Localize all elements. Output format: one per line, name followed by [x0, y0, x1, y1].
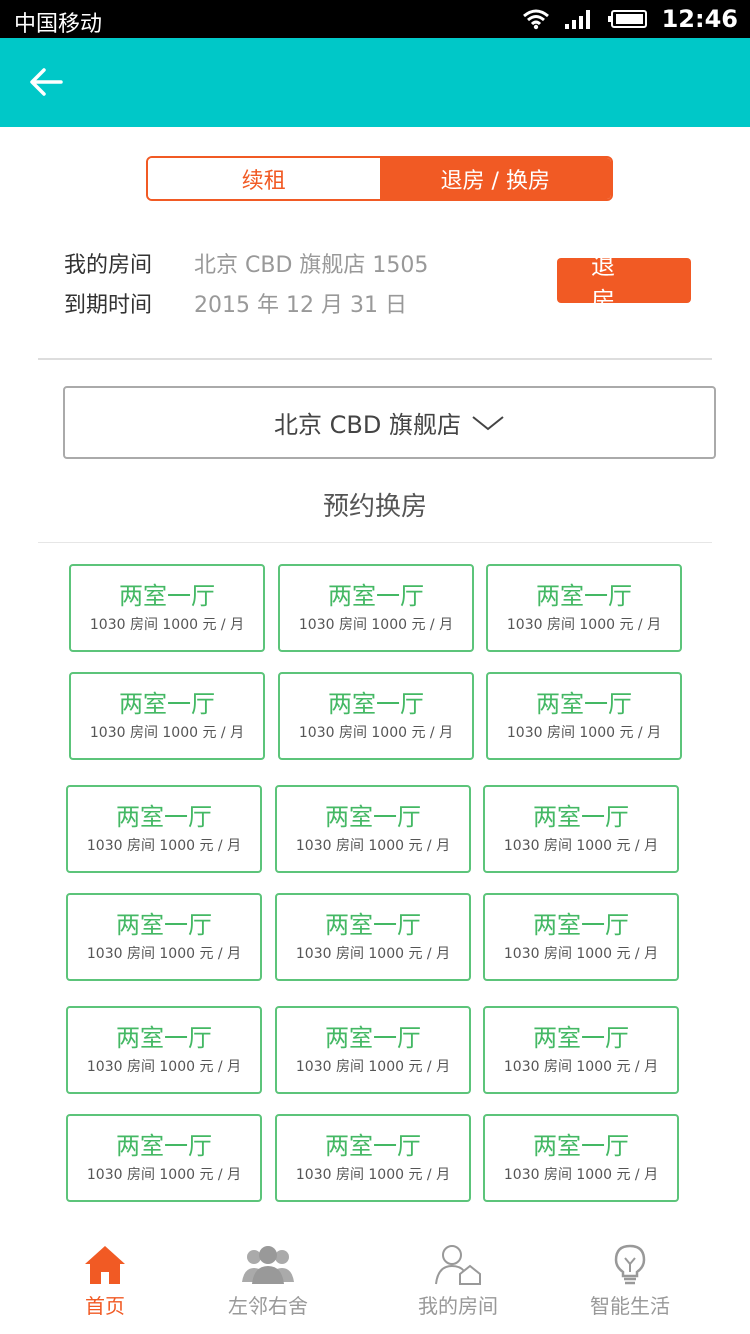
- expiry-value: 2015 年 12 月 31 日: [194, 293, 407, 318]
- room-type: 两室一厅: [533, 1024, 629, 1052]
- tab-home[interactable]: 首页: [25, 1244, 185, 1319]
- room-type: 两室一厅: [116, 911, 212, 939]
- lightbulb-icon: [614, 1244, 646, 1285]
- room-card[interactable]: 两室一厅 1030 房间 1000 元 / 月: [66, 1006, 262, 1094]
- room-price: 1030 房间 1000 元 / 月: [89, 725, 245, 741]
- store-select-value: 北京 CBD 旗舰店: [274, 411, 461, 439]
- tab-label: 智能生活: [590, 1294, 670, 1318]
- room-card[interactable]: 两室一厅 1030 房间 1000 元 / 月: [483, 893, 679, 981]
- room-price: 1030 房间 1000 元 / 月: [89, 617, 245, 633]
- carrier-name: 中国移动: [14, 12, 103, 37]
- divider: [38, 358, 712, 360]
- room-card[interactable]: 两室一厅 1030 房间 1000 元 / 月: [275, 1006, 471, 1094]
- room-type: 两室一厅: [119, 690, 215, 718]
- room-card[interactable]: 两室一厅 1030 房间 1000 元 / 月: [483, 1006, 679, 1094]
- mode-segmented-control: 续租 退房 / 换房: [146, 156, 613, 201]
- room-type: 两室一厅: [116, 1132, 212, 1160]
- room-type: 两室一厅: [116, 803, 212, 831]
- home-icon: [85, 1246, 125, 1284]
- room-card[interactable]: 两室一厅 1030 房间 1000 元 / 月: [483, 785, 679, 873]
- room-card[interactable]: 两室一厅 1030 房间 1000 元 / 月: [66, 1114, 262, 1202]
- room-price: 1030 房间 1000 元 / 月: [503, 1167, 659, 1183]
- room-value: 北京 CBD 旗舰店 1505: [194, 253, 429, 278]
- room-card[interactable]: 两室一厅 1030 房间 1000 元 / 月: [278, 672, 474, 760]
- checkout-button[interactable]: 退房: [557, 252, 691, 315]
- room-price: 1030 房间 1000 元 / 月: [298, 725, 454, 741]
- room-type: 两室一厅: [536, 690, 632, 718]
- room-card[interactable]: 两室一厅 1030 房间 1000 元 / 月: [275, 893, 471, 981]
- tab-renew[interactable]: 续租: [148, 158, 380, 199]
- app-header: [0, 38, 750, 127]
- chevron-down-icon: [472, 415, 504, 430]
- wifi-icon: [522, 9, 549, 30]
- tab-label: 首页: [85, 1294, 125, 1318]
- clock: 12:46: [661, 5, 738, 33]
- tab-checkout-swap[interactable]: 退房 / 换房: [379, 158, 611, 199]
- tab-label: 左邻右舍: [228, 1294, 308, 1318]
- my-room-icon: [435, 1245, 481, 1285]
- room-card[interactable]: 两室一厅 1030 房间 1000 元 / 月: [66, 785, 262, 873]
- bottom-tab-bar: 首页 左邻右舍 我的房间 智能生活: [0, 1230, 750, 1334]
- room-price: 1030 房间 1000 元 / 月: [295, 946, 451, 962]
- room-price: 1030 房间 1000 元 / 月: [503, 838, 659, 854]
- room-card[interactable]: 两室一厅 1030 房间 1000 元 / 月: [486, 672, 682, 760]
- room-type: 两室一厅: [533, 803, 629, 831]
- room-type: 两室一厅: [533, 1132, 629, 1160]
- store-select[interactable]: 北京 CBD 旗舰店: [63, 386, 716, 459]
- room-type: 两室一厅: [328, 690, 424, 718]
- room-type: 两室一厅: [119, 582, 215, 610]
- status-bar: 中国移动 12:46: [0, 0, 750, 38]
- room-price: 1030 房间 1000 元 / 月: [503, 1059, 659, 1075]
- room-price: 1030 房间 1000 元 / 月: [295, 1167, 451, 1183]
- room-price: 1030 房间 1000 元 / 月: [86, 1167, 242, 1183]
- room-card[interactable]: 两室一厅 1030 房间 1000 元 / 月: [278, 564, 474, 652]
- room-card[interactable]: 两室一厅 1030 房间 1000 元 / 月: [275, 785, 471, 873]
- divider: [38, 542, 712, 543]
- room-card[interactable]: 两室一厅 1030 房间 1000 元 / 月: [69, 672, 265, 760]
- room-card[interactable]: 两室一厅 1030 房间 1000 元 / 月: [69, 564, 265, 652]
- section-title: 预约换房: [322, 492, 427, 522]
- room-type: 两室一厅: [536, 582, 632, 610]
- room-type: 两室一厅: [325, 803, 421, 831]
- tab-label: 我的房间: [418, 1294, 498, 1318]
- room-price: 1030 房间 1000 元 / 月: [86, 1059, 242, 1075]
- room-price: 1030 房间 1000 元 / 月: [506, 725, 662, 741]
- room-price: 1030 房间 1000 元 / 月: [298, 617, 454, 633]
- room-price: 1030 房间 1000 元 / 月: [295, 1059, 451, 1075]
- room-type: 两室一厅: [533, 911, 629, 939]
- room-type: 两室一厅: [116, 1024, 212, 1052]
- room-price: 1030 房间 1000 元 / 月: [86, 946, 242, 962]
- room-card[interactable]: 两室一厅 1030 房间 1000 元 / 月: [66, 893, 262, 981]
- room-price: 1030 房间 1000 元 / 月: [506, 617, 662, 633]
- signal-icon: [564, 10, 590, 29]
- room-price: 1030 房间 1000 元 / 月: [86, 838, 242, 854]
- tab-my-room[interactable]: 我的房间: [378, 1244, 538, 1319]
- room-info: 我的房间 北京 CBD 旗舰店 1505 到期时间 2015 年 12 月 31…: [64, 246, 428, 326]
- room-card[interactable]: 两室一厅 1030 房间 1000 元 / 月: [275, 1114, 471, 1202]
- room-type: 两室一厅: [328, 582, 424, 610]
- tab-smart-life[interactable]: 智能生活: [550, 1244, 710, 1319]
- back-arrow-icon: [30, 68, 63, 96]
- room-type: 两室一厅: [325, 1132, 421, 1160]
- room-type: 两室一厅: [325, 1024, 421, 1052]
- back-button[interactable]: [22, 60, 70, 104]
- room-card[interactable]: 两室一厅 1030 房间 1000 元 / 月: [486, 564, 682, 652]
- battery-icon: [607, 10, 647, 28]
- room-label: 我的房间: [64, 253, 153, 278]
- room-price: 1030 房间 1000 元 / 月: [503, 946, 659, 962]
- room-price: 1030 房间 1000 元 / 月: [295, 838, 451, 854]
- room-type: 两室一厅: [325, 911, 421, 939]
- neighbors-icon: [242, 1246, 294, 1284]
- expiry-label: 到期时间: [64, 293, 153, 318]
- tab-neighbors[interactable]: 左邻右舍: [188, 1244, 348, 1319]
- room-card[interactable]: 两室一厅 1030 房间 1000 元 / 月: [483, 1114, 679, 1202]
